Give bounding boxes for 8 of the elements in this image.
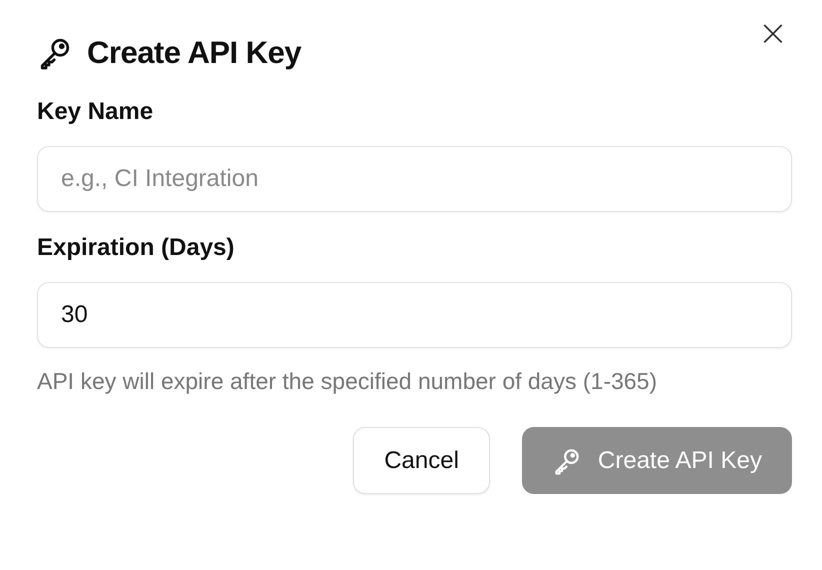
input-field[interactable]: e.g., CI Integration: [37, 146, 792, 212]
dialog-title: Create API Key: [87, 35, 302, 71]
help-text: API key will expire after the specified number of days (1-365): [37, 368, 658, 395]
field-label: Expiration (Days): [37, 234, 236, 262]
input-field[interactable]: 30: [37, 282, 792, 348]
field-label: Key Name: [37, 98, 154, 126]
cancel-button[interactable]: Cancel: [353, 427, 490, 494]
close-button[interactable]: ×: [754, 16, 792, 52]
